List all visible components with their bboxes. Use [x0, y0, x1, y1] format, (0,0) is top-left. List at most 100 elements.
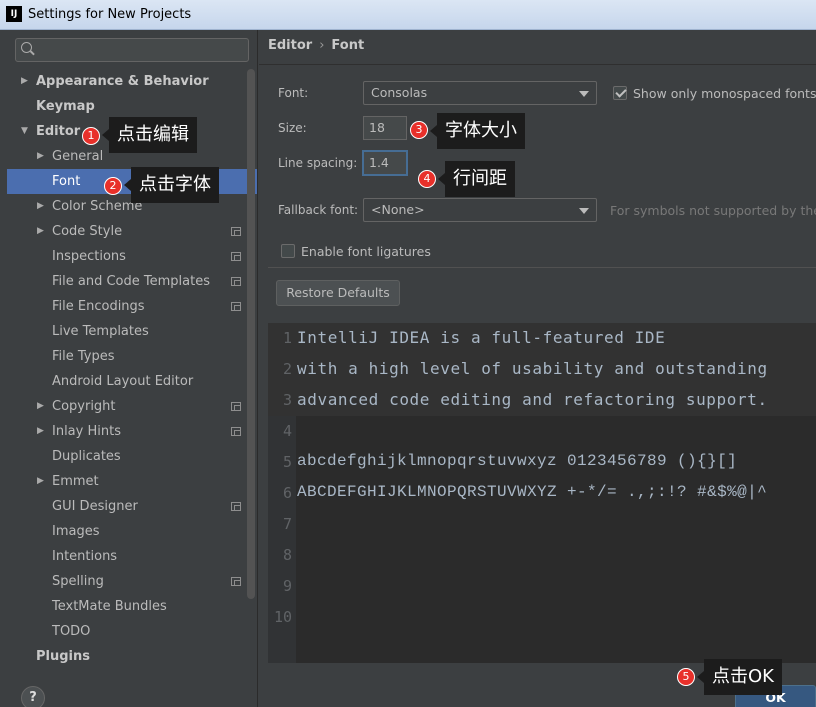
- fallback-font-select[interactable]: <None>: [363, 198, 597, 222]
- annotation-tag-4: 行间距: [438, 161, 515, 197]
- breadcrumb-font: Font: [331, 38, 365, 53]
- chevron-right-icon[interactable]: ▶: [21, 69, 28, 94]
- sidebar-item-code-style[interactable]: ▶ Code Style: [0, 219, 258, 244]
- sidebar-item-label: General: [52, 149, 104, 164]
- line-number: 10: [273, 608, 292, 626]
- show-monospaced-checkbox[interactable]: [613, 86, 627, 100]
- preview-line: 10: [268, 602, 816, 633]
- sidebar-item-label: File and Code Templates: [52, 274, 210, 289]
- annotation-badge-3: 3: [410, 121, 428, 139]
- ligatures-checkbox[interactable]: [281, 244, 295, 258]
- sidebar-item-label: Intentions: [52, 549, 118, 564]
- sidebar-item-file-types[interactable]: File Types: [0, 344, 258, 369]
- ligatures-label[interactable]: Enable font ligatures: [301, 244, 431, 259]
- sidebar-item-label: Code Style: [52, 224, 123, 239]
- sidebar-item-label: Images: [52, 524, 100, 539]
- sidebar-item-label: Android Layout Editor: [52, 374, 194, 389]
- preview-line: 8: [268, 540, 816, 571]
- font-preview-editor[interactable]: 1 IntelliJ IDEA is a full-featured IDE 2 wi…: [268, 323, 816, 663]
- annotation-tag-1: 点击编辑: [102, 117, 197, 153]
- preview-code-text: IntelliJ IDEA is a full-featured IDE: [297, 328, 666, 347]
- sidebar-item-label: Inlay Hints: [52, 424, 121, 439]
- chevron-down-icon: [579, 208, 589, 214]
- annotation-tag-3: 字体大小: [430, 113, 525, 149]
- line-number: 9: [282, 577, 292, 595]
- sidebar-item-label: Color Scheme: [52, 199, 143, 214]
- sidebar-item-label: Keymap: [36, 99, 95, 114]
- show-monospaced-label[interactable]: Show only monospaced fonts: [633, 86, 816, 101]
- settings-tree: ▶ Appearance & Behavior Keymap ▼ Editor ▶ Gene…: [0, 69, 258, 669]
- sidebar-item-label: Spelling: [52, 574, 104, 589]
- help-button[interactable]: ?: [21, 686, 45, 707]
- line-number: 2: [282, 360, 292, 378]
- sidebar-item-copyright[interactable]: ▶ Copyright: [0, 394, 258, 419]
- sidebar-item-keymap[interactable]: Keymap: [0, 94, 258, 119]
- line-spacing-input[interactable]: 1.4: [362, 150, 408, 176]
- sidebar-item-intentions[interactable]: Intentions: [0, 544, 258, 569]
- header-divider: [259, 64, 816, 65]
- sidebar-item-spelling[interactable]: Spelling: [0, 569, 258, 594]
- chevron-down-icon[interactable]: ▼: [21, 119, 28, 144]
- sidebar-item-appearance-behavior[interactable]: ▶ Appearance & Behavior: [0, 69, 258, 94]
- sidebar-item-color-scheme[interactable]: ▶ Color Scheme: [0, 194, 258, 219]
- project-level-icon: [231, 252, 241, 261]
- annotation-tag-2: 点击字体: [124, 167, 219, 203]
- search-icon: [21, 42, 32, 53]
- font-select[interactable]: Consolas: [363, 81, 597, 105]
- sidebar-item-gui-designer[interactable]: GUI Designer: [0, 494, 258, 519]
- project-level-icon: [231, 402, 241, 411]
- sidebar-item-file-and-code-templates[interactable]: File and Code Templates: [0, 269, 258, 294]
- chevron-right-icon[interactable]: ▶: [37, 394, 44, 419]
- restore-defaults-button[interactable]: Restore Defaults: [276, 280, 400, 306]
- sidebar-item-label: Inspections: [52, 249, 126, 264]
- sidebar-item-inlay-hints[interactable]: ▶ Inlay Hints: [0, 419, 258, 444]
- breadcrumb-separator: ›: [319, 38, 325, 53]
- sidebar-item-file-encodings[interactable]: File Encodings: [0, 294, 258, 319]
- line-number: 6: [282, 484, 292, 502]
- sidebar-item-emmet[interactable]: ▶ Emmet: [0, 469, 258, 494]
- sidebar-item-textmate-bundles[interactable]: TextMate Bundles: [0, 594, 258, 619]
- fallback-hint: For symbols not supported by the m: [610, 203, 816, 218]
- sidebar-item-live-templates[interactable]: Live Templates: [0, 319, 258, 344]
- chevron-down-icon: [579, 91, 589, 97]
- sidebar-item-inspections[interactable]: Inspections: [0, 244, 258, 269]
- preview-code-text: with a high level of usability and outst…: [297, 359, 768, 378]
- title-bar: IJ Settings for New Projects: [0, 0, 816, 30]
- annotation-badge-2: 2: [104, 177, 122, 195]
- chevron-right-icon[interactable]: ▶: [37, 144, 44, 169]
- sidebar-scrollbar[interactable]: [247, 69, 255, 599]
- sidebar-item-label: Emmet: [52, 474, 99, 489]
- sidebar-item-label: GUI Designer: [52, 499, 138, 514]
- sidebar-item-duplicates[interactable]: Duplicates: [0, 444, 258, 469]
- project-level-icon: [231, 277, 241, 286]
- line-spacing-value: 1.4: [369, 155, 389, 170]
- sidebar-item-images[interactable]: Images: [0, 519, 258, 544]
- search-input[interactable]: [15, 38, 249, 62]
- font-select-value: Consolas: [371, 85, 428, 100]
- preview-code-text: advanced code editing and refactoring su…: [297, 390, 768, 409]
- chevron-right-icon[interactable]: ▶: [37, 419, 44, 444]
- preview-line: 2 with a high level of usability and outs…: [268, 354, 816, 385]
- size-value: 18: [369, 120, 385, 135]
- size-input[interactable]: 18: [363, 116, 407, 140]
- project-level-icon: [231, 302, 241, 311]
- annotation-badge-5: 5: [677, 668, 695, 686]
- breadcrumb-editor[interactable]: Editor: [268, 38, 312, 53]
- breadcrumb: Editor › Font: [268, 38, 364, 53]
- chevron-right-icon[interactable]: ▶: [37, 219, 44, 244]
- sidebar-item-todo[interactable]: TODO: [0, 619, 258, 644]
- chevron-right-icon[interactable]: ▶: [37, 194, 44, 219]
- sidebar-item-label: TextMate Bundles: [52, 599, 167, 614]
- size-label: Size:: [278, 121, 307, 135]
- sidebar-item-label: File Encodings: [52, 299, 145, 314]
- window-title: Settings for New Projects: [28, 7, 192, 22]
- fallback-font-value: <None>: [371, 202, 425, 217]
- sidebar-item-plugins[interactable]: Plugins: [0, 644, 258, 669]
- preview-code-text: ABCDEFGHIJKLMNOPQRSTUVWXYZ +-*/= .,;:!? …: [297, 483, 768, 501]
- preview-line: 7: [268, 509, 816, 540]
- preview-line: 3 advanced code editing and refactoring s…: [268, 385, 816, 416]
- chevron-right-icon[interactable]: ▶: [37, 469, 44, 494]
- preview-line: 9: [268, 571, 816, 602]
- fallback-font-label: Fallback font:: [278, 203, 359, 217]
- sidebar-item-android-layout-editor[interactable]: Android Layout Editor: [0, 369, 258, 394]
